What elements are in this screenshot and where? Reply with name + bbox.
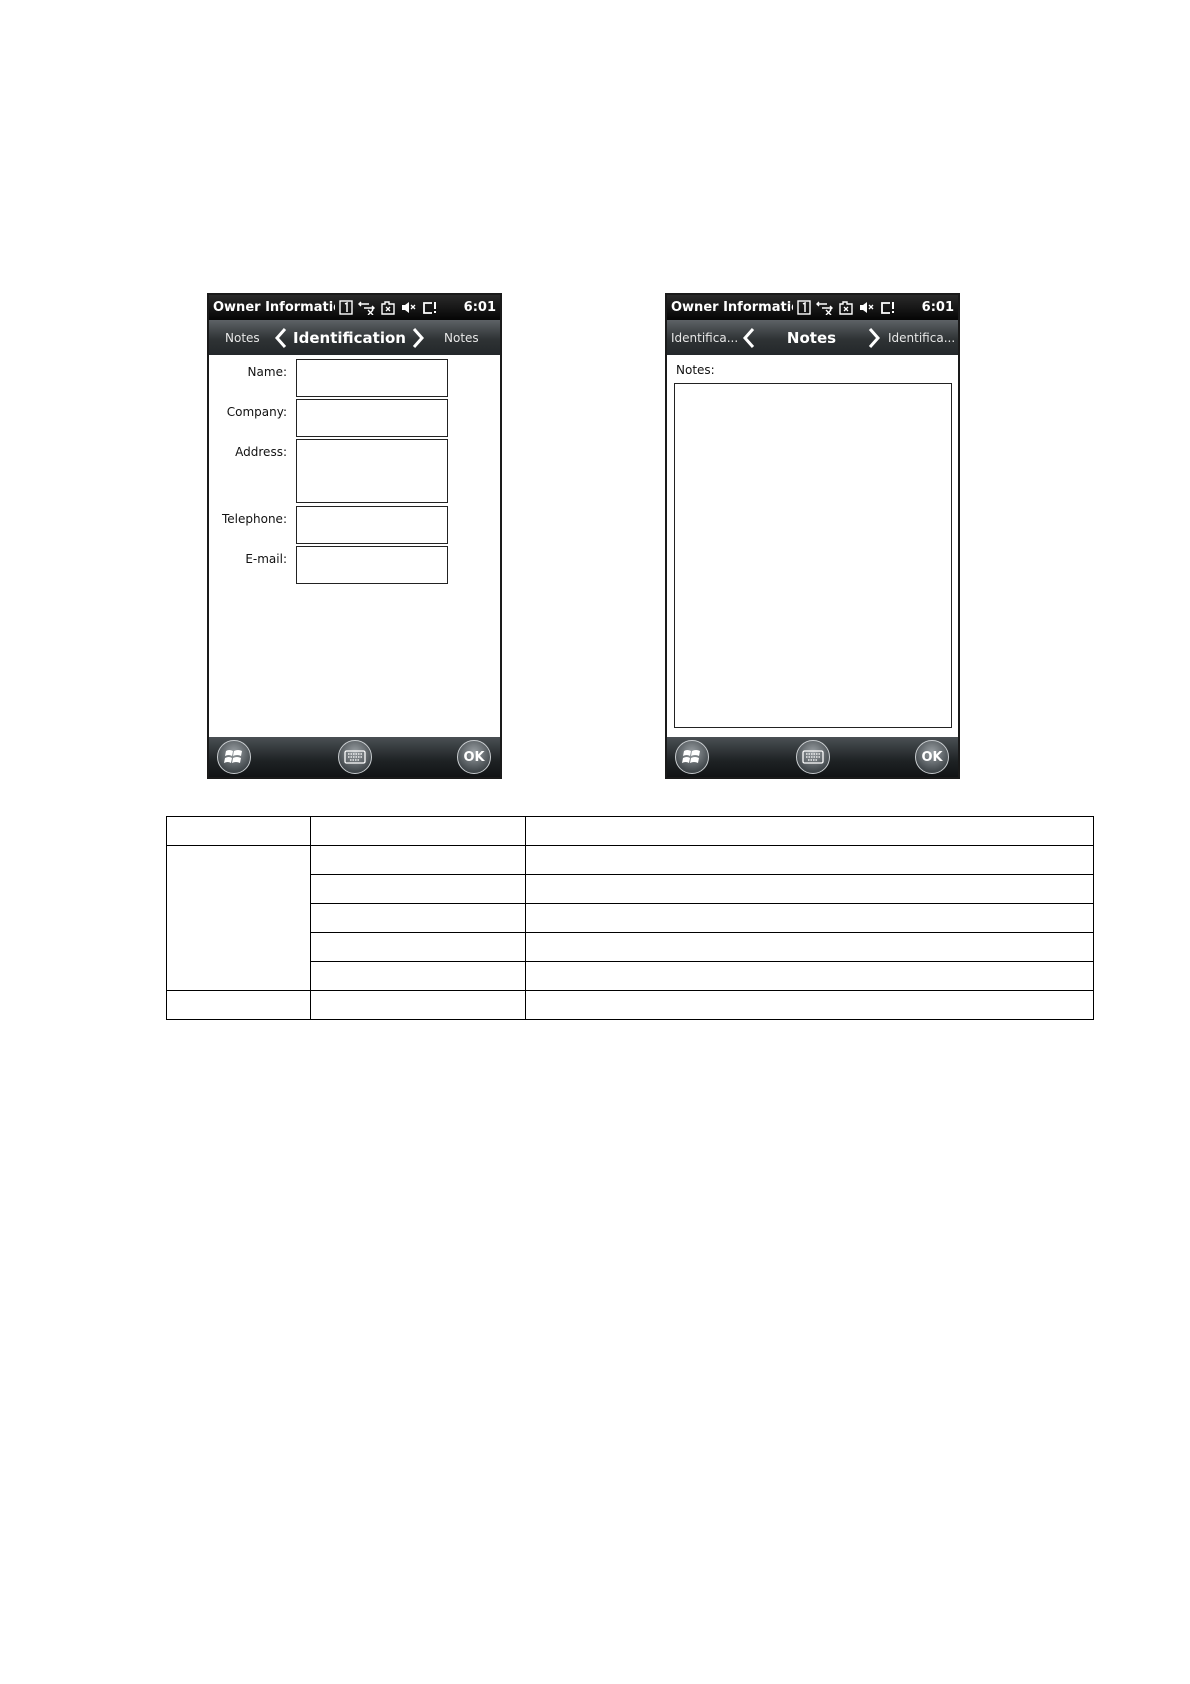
chevron-right-icon[interactable] bbox=[410, 326, 426, 350]
chevron-left-icon[interactable] bbox=[741, 326, 757, 350]
start-button[interactable] bbox=[217, 740, 251, 774]
info-table bbox=[166, 816, 1094, 1020]
soft-key-bar: OK bbox=[209, 737, 500, 777]
ok-button[interactable]: OK bbox=[457, 740, 491, 774]
tab-nav-bar: Identifica... Notes Identifica... bbox=[667, 320, 958, 355]
keyboard-button[interactable] bbox=[338, 740, 372, 774]
status-icons bbox=[339, 300, 438, 315]
notes-screen: Owner Information 6:01 Identifica... Not… bbox=[665, 293, 960, 779]
company-field[interactable] bbox=[296, 399, 448, 437]
soft-key-bar: OK bbox=[667, 737, 958, 777]
name-field[interactable] bbox=[296, 359, 448, 397]
battery-icon bbox=[839, 301, 853, 315]
sim-1-icon bbox=[339, 300, 353, 315]
ok-button[interactable]: OK bbox=[915, 740, 949, 774]
status-icons bbox=[797, 300, 896, 315]
table-row bbox=[166, 816, 1094, 846]
prev-tab-link[interactable]: Identifica... bbox=[671, 331, 741, 345]
clock: 6:01 bbox=[921, 300, 954, 315]
identification-form: Name: Company: Address: Telephone: E-mai… bbox=[209, 355, 500, 737]
notes-label: Notes: bbox=[676, 363, 715, 377]
chevron-left-icon[interactable] bbox=[273, 326, 289, 350]
address-field[interactable] bbox=[296, 439, 448, 503]
app-title: Owner Informatior bbox=[213, 300, 335, 315]
signal-icon bbox=[881, 302, 894, 314]
tab-nav-bar: Notes Identification Notes bbox=[209, 320, 500, 355]
notes-form: Notes: bbox=[667, 355, 958, 737]
next-tab-link[interactable]: Identifica... bbox=[888, 331, 956, 345]
clock: 6:01 bbox=[463, 300, 496, 315]
start-button[interactable] bbox=[675, 740, 709, 774]
app-title: Owner Information bbox=[671, 300, 793, 315]
keyboard-icon bbox=[344, 750, 366, 764]
prev-tab-link[interactable]: Notes bbox=[225, 331, 273, 345]
chevron-right-icon[interactable] bbox=[866, 326, 882, 350]
status-bar: Owner Informatior 6:01 bbox=[209, 295, 500, 320]
name-label: Name: bbox=[247, 365, 287, 379]
address-label: Address: bbox=[235, 445, 287, 459]
status-bar: Owner Information 6:01 bbox=[667, 295, 958, 320]
keyboard-icon bbox=[802, 750, 824, 764]
identification-screen: Owner Informatior 6:01 Notes Identificat… bbox=[207, 293, 502, 779]
keyboard-button[interactable] bbox=[796, 740, 830, 774]
start-icon bbox=[224, 750, 242, 763]
connectivity-off-icon bbox=[358, 301, 375, 315]
email-label: E-mail: bbox=[245, 552, 287, 566]
sim-1-icon bbox=[797, 300, 811, 315]
start-icon bbox=[682, 750, 700, 763]
speaker-muted-icon bbox=[860, 302, 874, 313]
telephone-label: Telephone: bbox=[222, 512, 287, 526]
connectivity-off-icon bbox=[816, 301, 833, 315]
battery-icon bbox=[381, 301, 395, 315]
signal-icon bbox=[423, 302, 436, 314]
current-tab-title: Identification bbox=[293, 328, 406, 347]
current-tab-title: Notes bbox=[786, 328, 837, 347]
table-row bbox=[166, 990, 1094, 1020]
telephone-field[interactable] bbox=[296, 506, 448, 544]
notes-textarea[interactable] bbox=[674, 383, 952, 728]
next-tab-link[interactable]: Notes bbox=[444, 331, 488, 345]
company-label: Company: bbox=[226, 405, 287, 419]
email-field[interactable] bbox=[296, 546, 448, 584]
speaker-muted-icon bbox=[402, 302, 416, 313]
table-row bbox=[166, 845, 1094, 991]
